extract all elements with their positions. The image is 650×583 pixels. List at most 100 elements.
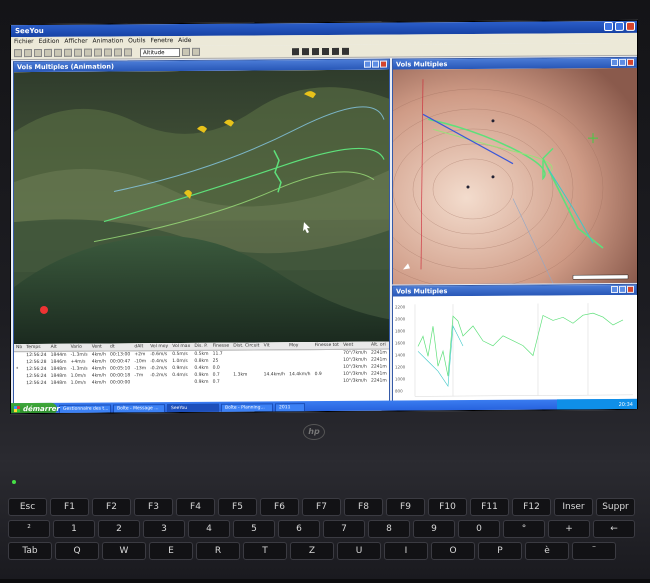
minimize-button[interactable] xyxy=(604,21,613,32)
map-close-button[interactable] xyxy=(627,58,634,66)
key[interactable]: 5 xyxy=(233,520,275,538)
map-icon[interactable] xyxy=(104,48,112,57)
key[interactable]: 7 xyxy=(323,520,365,538)
start-button[interactable]: démarrer xyxy=(11,402,60,415)
panel-minimize-button[interactable] xyxy=(364,60,371,68)
key[interactable]: Inser xyxy=(554,498,593,516)
key[interactable]: 9 xyxy=(413,520,455,538)
col-finesse[interactable]: Finesse xyxy=(210,342,232,351)
tray-clock[interactable]: 20:34 xyxy=(619,402,633,408)
key[interactable]: I xyxy=(384,542,428,560)
display-mode-select[interactable]: Altitude xyxy=(140,47,180,57)
col-vario[interactable]: Vario xyxy=(68,343,90,352)
key[interactable]: + xyxy=(548,520,590,538)
key[interactable]: 4 xyxy=(188,520,230,538)
key[interactable]: F8 xyxy=(344,498,383,516)
key[interactable]: F4 xyxy=(176,498,215,516)
rewind-icon[interactable] xyxy=(292,47,299,55)
key[interactable]: 2 xyxy=(98,520,140,538)
copy-icon[interactable] xyxy=(64,48,72,57)
view-3d-icon[interactable] xyxy=(124,48,132,57)
paste-icon[interactable] xyxy=(74,48,82,57)
taskbar-item-task-manager[interactable]: Gestionnaire des t... xyxy=(59,403,111,414)
maximize-button[interactable] xyxy=(615,21,624,31)
close-button[interactable] xyxy=(626,21,635,31)
save-icon[interactable] xyxy=(34,48,42,58)
graph-close-button[interactable] xyxy=(627,285,634,293)
key[interactable]: W xyxy=(102,542,146,560)
3d-terrain-view[interactable] xyxy=(14,69,389,345)
col-vol-moy[interactable]: Vol moy xyxy=(148,343,171,351)
altitude-graph[interactable]: 2200200018001600140012001000800 11:40:00… xyxy=(393,294,638,410)
menu-afficher[interactable]: Afficher xyxy=(64,37,87,47)
key[interactable]: ° xyxy=(503,520,545,538)
step-forward-icon[interactable] xyxy=(342,47,349,55)
col-vent[interactable]: Vent xyxy=(89,343,109,352)
menu-animation[interactable]: Animation xyxy=(93,36,124,46)
col-alt-ori[interactable]: Alt. ori xyxy=(368,341,389,350)
map-minimize-button[interactable] xyxy=(611,58,618,66)
key[interactable]: Suppr xyxy=(596,498,635,516)
key[interactable]: ← xyxy=(593,520,635,538)
col-temps[interactable]: Temps xyxy=(24,343,49,352)
key[interactable]: F7 xyxy=(302,498,341,516)
barograph-icon[interactable] xyxy=(114,48,122,57)
key[interactable]: 3 xyxy=(143,520,185,538)
key[interactable]: F10 xyxy=(428,498,467,516)
key[interactable]: U xyxy=(337,542,381,560)
key[interactable]: ¨ xyxy=(572,542,616,560)
open-folder-icon[interactable] xyxy=(24,49,32,58)
menu-fichier[interactable]: Fichier xyxy=(14,37,34,47)
taskbar-item-planning[interactable]: Boîte - Planning... xyxy=(221,402,273,413)
col-moy[interactable]: Moy xyxy=(287,342,313,350)
layers-icon[interactable] xyxy=(192,47,200,56)
zoom-in-icon[interactable] xyxy=(84,48,92,57)
taskbar-item-seeyou[interactable]: SeeYou xyxy=(167,403,219,413)
key[interactable]: F5 xyxy=(218,498,257,516)
col-dalt[interactable]: dAlt xyxy=(132,343,149,351)
key[interactable]: F12 xyxy=(512,498,551,516)
col-dis[interactable]: Dis. P. xyxy=(192,342,211,351)
menu-edition[interactable]: Edition xyxy=(39,37,60,47)
key[interactable]: 0 xyxy=(458,520,500,538)
menu-aide[interactable]: Aide xyxy=(178,36,191,46)
panel-maximize-button[interactable] xyxy=(372,60,379,68)
key[interactable]: P xyxy=(478,542,522,560)
print-icon[interactable] xyxy=(44,48,52,57)
key[interactable]: T xyxy=(243,542,287,560)
col-nb[interactable]: Nb xyxy=(14,344,25,352)
step-back-icon[interactable] xyxy=(332,47,339,55)
panel-close-button[interactable] xyxy=(380,60,387,68)
key[interactable]: F2 xyxy=(92,498,131,516)
key[interactable]: Z xyxy=(290,542,334,560)
key[interactable]: F11 xyxy=(470,498,509,516)
key[interactable]: F6 xyxy=(260,498,299,516)
key[interactable]: 6 xyxy=(278,520,320,538)
table-row[interactable]: 12:56:24 1848m 1.0m/s 4km/h 00:00:00 0.9km 0.7… xyxy=(14,378,389,388)
settings-icon[interactable] xyxy=(182,47,190,56)
key[interactable]: F9 xyxy=(386,498,425,516)
topographic-map[interactable] xyxy=(342,67,638,290)
col-vol-max[interactable]: Vol max xyxy=(170,342,193,351)
pause-icon[interactable] xyxy=(312,47,319,55)
menu-fenetre[interactable]: Fenetre xyxy=(150,36,173,46)
col-alt[interactable]: Alt xyxy=(48,343,69,352)
play-icon[interactable] xyxy=(302,47,309,55)
menu-outils[interactable]: Outils xyxy=(128,36,145,46)
taskbar-item-message[interactable]: Boîte - Message ... xyxy=(113,403,165,413)
key[interactable]: E xyxy=(149,542,193,560)
taskbar-item-2011[interactable]: 2011 xyxy=(275,402,305,412)
new-file-icon[interactable] xyxy=(14,49,22,58)
key[interactable]: Tab xyxy=(8,542,52,560)
stop-icon[interactable] xyxy=(322,47,329,55)
key[interactable]: 8 xyxy=(368,520,410,538)
col-dt[interactable]: dt xyxy=(108,343,133,352)
cut-icon[interactable] xyxy=(54,48,62,57)
graph-minimize-button[interactable] xyxy=(611,285,618,293)
map-maximize-button[interactable] xyxy=(619,58,626,66)
key[interactable]: F1 xyxy=(50,498,89,516)
graph-maximize-button[interactable] xyxy=(619,285,626,293)
key[interactable]: O xyxy=(431,542,475,560)
key[interactable]: ² xyxy=(8,520,50,538)
key[interactable]: Q xyxy=(55,542,99,560)
